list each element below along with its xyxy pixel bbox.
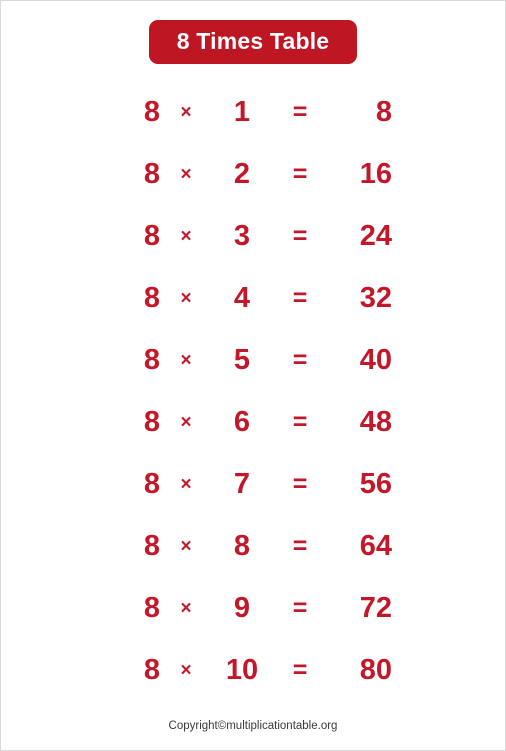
header: 8 Times Table — [1, 1, 505, 64]
table-row: 8 × 8 = 64 — [1, 515, 505, 577]
table-row: 8 × 5 = 40 — [1, 329, 505, 391]
equals-icon: = — [292, 407, 308, 436]
table-row: 8 × 6 = 48 — [1, 391, 505, 453]
operand-value: 8 — [143, 405, 160, 438]
multiply-icon: × — [180, 163, 192, 185]
multiplier-value: 10 — [225, 653, 259, 686]
operand-value: 8 — [143, 219, 160, 252]
operand-value: 8 — [143, 157, 160, 190]
table-row: 8 × 10 = 80 — [1, 639, 505, 701]
result-value: 64 — [359, 529, 392, 562]
operand-value: 8 — [143, 653, 160, 686]
result-value: 32 — [359, 281, 392, 314]
table-row: 8 × 3 = 24 — [1, 205, 505, 267]
table-row: 8 × 2 = 16 — [1, 143, 505, 205]
equals-icon: = — [292, 345, 308, 374]
result-value: 24 — [359, 219, 392, 252]
multiply-icon: × — [180, 349, 192, 371]
equals-icon: = — [292, 97, 308, 126]
multiply-icon: × — [180, 473, 192, 495]
multiplier-value: 6 — [233, 405, 251, 438]
operand-value: 8 — [143, 529, 160, 562]
result-value: 48 — [359, 405, 392, 438]
multiply-icon: × — [180, 659, 192, 681]
operand-value: 8 — [143, 343, 160, 376]
multiplication-table: 8 × 1 = 8 8 × 2 = 16 8 × 3 = 24 8 × 4 = 32 8 × 5 = 40 8 × 6 = 48 8 × 7 = 5… — [1, 81, 505, 701]
table-row: 8 × 7 = 56 — [1, 453, 505, 515]
multiplier-value: 3 — [233, 219, 251, 252]
multiply-icon: × — [180, 411, 192, 433]
equals-icon: = — [292, 221, 308, 250]
multiplier-value: 8 — [233, 529, 251, 562]
equals-icon: = — [292, 159, 308, 188]
equals-icon: = — [292, 283, 308, 312]
multiply-icon: × — [180, 287, 192, 309]
result-value: 56 — [359, 467, 392, 500]
multiplier-value: 4 — [233, 281, 251, 314]
multiplier-value: 5 — [233, 343, 251, 376]
result-value: 40 — [359, 343, 392, 376]
table-row: 8 × 1 = 8 — [1, 81, 505, 143]
multiplier-value: 2 — [233, 157, 251, 190]
multiply-icon: × — [180, 597, 192, 619]
equals-icon: = — [292, 655, 308, 684]
footer-copyright: Copyright©multiplicationtable.org — [168, 719, 338, 732]
operand-value: 8 — [143, 95, 160, 128]
table-row: 8 × 9 = 72 — [1, 577, 505, 639]
table-row: 8 × 4 = 32 — [1, 267, 505, 329]
multiply-icon: × — [180, 225, 192, 247]
equals-icon: = — [292, 531, 308, 560]
equals-icon: = — [292, 469, 308, 498]
result-value: 80 — [359, 653, 392, 686]
operand-value: 8 — [143, 467, 160, 500]
multiply-icon: × — [180, 535, 192, 557]
operand-value: 8 — [143, 591, 160, 624]
result-value: 16 — [359, 157, 392, 190]
multiplier-value: 1 — [233, 95, 251, 128]
result-value: 72 — [359, 591, 392, 624]
equals-icon: = — [292, 593, 308, 622]
result-value: 8 — [375, 95, 392, 128]
multiplier-value: 9 — [233, 591, 251, 624]
page-title: 8 Times Table — [148, 20, 358, 64]
multiply-icon: × — [180, 101, 192, 123]
times-table-page: 8 Times Table 8 × 1 = 8 8 × 2 = 16 8 × 3 = 24 8 × 4 = 32 8 × 5… — [0, 0, 506, 751]
multiplier-value: 7 — [233, 467, 251, 500]
operand-value: 8 — [143, 281, 160, 314]
